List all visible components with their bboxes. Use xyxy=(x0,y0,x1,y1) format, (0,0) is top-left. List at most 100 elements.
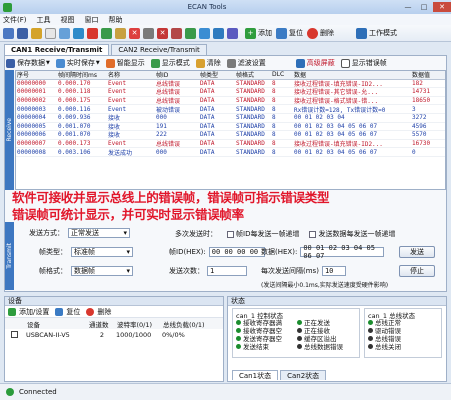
filter-settings-button[interactable]: 滤波设置 xyxy=(226,58,266,68)
cell-data-value: 5570 xyxy=(412,131,427,139)
connect-icon[interactable] xyxy=(185,27,196,39)
cell-frame-id: 000 xyxy=(156,148,167,156)
cell-dlc: 8 xyxy=(272,105,276,113)
paste-icon[interactable] xyxy=(59,27,70,39)
col-name[interactable]: 名称 xyxy=(107,71,155,79)
maximize-icon[interactable]: □ xyxy=(417,2,431,12)
refresh-icon[interactable] xyxy=(73,27,84,39)
id-increment-checkbox[interactable] xyxy=(227,230,234,238)
record-icon[interactable] xyxy=(171,27,182,39)
device-row[interactable]: USBCAN-II-V5 2 1000/1000 0%/0% xyxy=(5,329,223,340)
cell-interval: 0.009.936 xyxy=(58,114,91,122)
table-row[interactable]: 00000004 0.009.936 接收 000 DATA STANDARD 8 00 01… xyxy=(16,114,445,123)
show-error-frame-toggle[interactable]: 显示错误帧 xyxy=(340,58,387,68)
cell-interval: 0.000.170 xyxy=(58,79,91,87)
menu-window[interactable]: 窗口 xyxy=(85,15,99,25)
send-mode-select[interactable]: 正常发送 ▾ xyxy=(68,228,130,238)
cell-frame-format: STANDARD xyxy=(236,97,265,105)
menu-help[interactable]: 帮助 xyxy=(109,15,123,25)
status-label: 总线数据错误 xyxy=(303,343,343,351)
stop-button[interactable]: 停止 xyxy=(399,265,435,277)
realtime-save-button[interactable]: 实时保存 ▼ xyxy=(55,58,100,68)
cell-frame-format: STANDARD xyxy=(236,79,265,87)
table-row[interactable]: 00000008 0.003.106 发送成功 000 DATA STANDARD 8 00 … xyxy=(16,148,445,157)
reset-device-icon xyxy=(55,307,64,316)
main-toolbar: ✕ ✕ + 添加 复位 删除 工作模式 xyxy=(0,25,451,42)
data-label: 数据(HEX): xyxy=(261,248,298,256)
copy-icon[interactable] xyxy=(45,27,56,39)
col-interval[interactable]: 帧间隔时间ms xyxy=(57,71,107,79)
table-row[interactable]: 00000007 0.000.173 Event 总线错误 DATA STANDARD 8 接… xyxy=(16,140,445,149)
cell-data: 00 01 02 03 04 05 06 07 xyxy=(294,131,378,139)
close-icon[interactable]: ✕ xyxy=(433,2,451,12)
add-device-button[interactable]: 添加/设置 xyxy=(19,307,49,317)
menu-view[interactable]: 视图 xyxy=(61,15,75,25)
cell-interval: 0.000.173 xyxy=(58,140,91,148)
play-icon[interactable] xyxy=(101,27,112,39)
smart-display-button[interactable]: 智能显示 xyxy=(105,58,145,68)
cell-data-value: 14731 xyxy=(412,88,431,96)
add-button[interactable]: + 添加 xyxy=(245,27,272,39)
reset-device-button[interactable]: 复位 xyxy=(66,307,80,317)
display-mode-button[interactable]: 显示模式 xyxy=(150,58,190,68)
cell-frame-format: STANDARD xyxy=(236,148,265,156)
save-icon xyxy=(6,58,15,68)
menu-file[interactable]: 文件(F) xyxy=(3,15,27,25)
frame-format-select[interactable]: 数据帧 ▾ xyxy=(71,266,133,276)
frame-id-input[interactable]: 00 00 00 00 xyxy=(208,247,265,257)
cell-interval: 0.000.116 xyxy=(58,105,91,113)
table-row[interactable]: 00000003 0.000.116 Event 被动错误 DATA STANDARD 8 R… xyxy=(16,105,445,114)
cell-dlc: 8 xyxy=(272,148,276,156)
col-index[interactable]: 序号 xyxy=(16,71,57,79)
cell-index: 00000006 xyxy=(17,131,46,139)
chevron-down-icon: ▾ xyxy=(126,248,130,256)
col-dlc[interactable]: DLC xyxy=(271,71,293,78)
data-input[interactable]: 00 01 02 03 04 05 06 07 xyxy=(300,244,385,260)
save-disk-icon[interactable] xyxy=(17,27,28,39)
status-dot-icon xyxy=(368,343,373,349)
reset-button[interactable]: 复位 xyxy=(276,27,303,39)
menu-tools[interactable]: 工具 xyxy=(37,15,51,25)
tab-can1-status[interactable]: Can1状态 xyxy=(232,370,279,380)
status-dot-icon xyxy=(236,327,241,333)
work-mode-button[interactable]: 工作模式 xyxy=(356,27,397,39)
wand-icon[interactable] xyxy=(115,27,126,39)
status-dot-icon xyxy=(236,343,241,349)
interval-input[interactable]: 10 xyxy=(321,266,346,276)
delete-icon xyxy=(307,27,318,39)
chart-icon[interactable] xyxy=(227,27,238,39)
tab-can1[interactable]: CAN1 Receive/Transmit xyxy=(4,44,110,55)
status-dot-icon xyxy=(296,327,302,333)
cell-data-value: 3272 xyxy=(412,114,427,122)
cell-dlc: 8 xyxy=(272,122,276,130)
remove-x-icon[interactable]: ✕ xyxy=(157,27,168,39)
control-status-col1: 接收寄存器满 接收寄存器空 发送寄存器空 发送结束 xyxy=(236,318,297,351)
save-data-button[interactable]: 保存数据 ▼ xyxy=(6,58,50,68)
clear-button[interactable]: 清除 xyxy=(195,58,221,68)
cell-data-value: 0 xyxy=(412,148,416,156)
cut-icon[interactable] xyxy=(143,27,154,39)
send-count-input[interactable]: 1 xyxy=(207,266,247,276)
settings-icon[interactable] xyxy=(199,27,210,39)
work-mode-icon xyxy=(356,27,367,39)
col-frame-format[interactable]: 帧格式 xyxy=(235,71,271,79)
device-checkbox[interactable] xyxy=(11,331,18,338)
device-icon[interactable] xyxy=(213,27,224,39)
tab-can2-status[interactable]: Can2状态 xyxy=(280,370,327,380)
delete-button[interactable]: 删除 xyxy=(307,27,334,39)
send-button[interactable]: 发送 xyxy=(399,246,435,258)
cell-dlc: 8 xyxy=(272,140,276,148)
advanced-filter-button[interactable]: 高级屏蔽 xyxy=(295,58,335,68)
col-data-value[interactable]: 数据值 xyxy=(411,71,441,79)
table-row[interactable]: 00000005 0.001.070 接收 191 DATA STANDARD 8 00 01… xyxy=(16,123,445,132)
minimize-icon[interactable]: — xyxy=(401,2,415,12)
frame-type-select[interactable]: 标准帧 ▾ xyxy=(71,247,133,257)
delete-x-icon[interactable]: ✕ xyxy=(129,27,140,39)
new-file-icon[interactable] xyxy=(3,27,14,39)
stop-icon[interactable] xyxy=(87,27,98,39)
tab-can2[interactable]: CAN2 Receive/Transmit xyxy=(111,44,207,55)
data-increment-checkbox[interactable] xyxy=(309,230,317,238)
open-folder-icon[interactable] xyxy=(31,27,42,39)
delete-device-button[interactable]: 删除 xyxy=(97,307,111,317)
col-frame-type[interactable]: 帧类型 xyxy=(199,71,235,79)
